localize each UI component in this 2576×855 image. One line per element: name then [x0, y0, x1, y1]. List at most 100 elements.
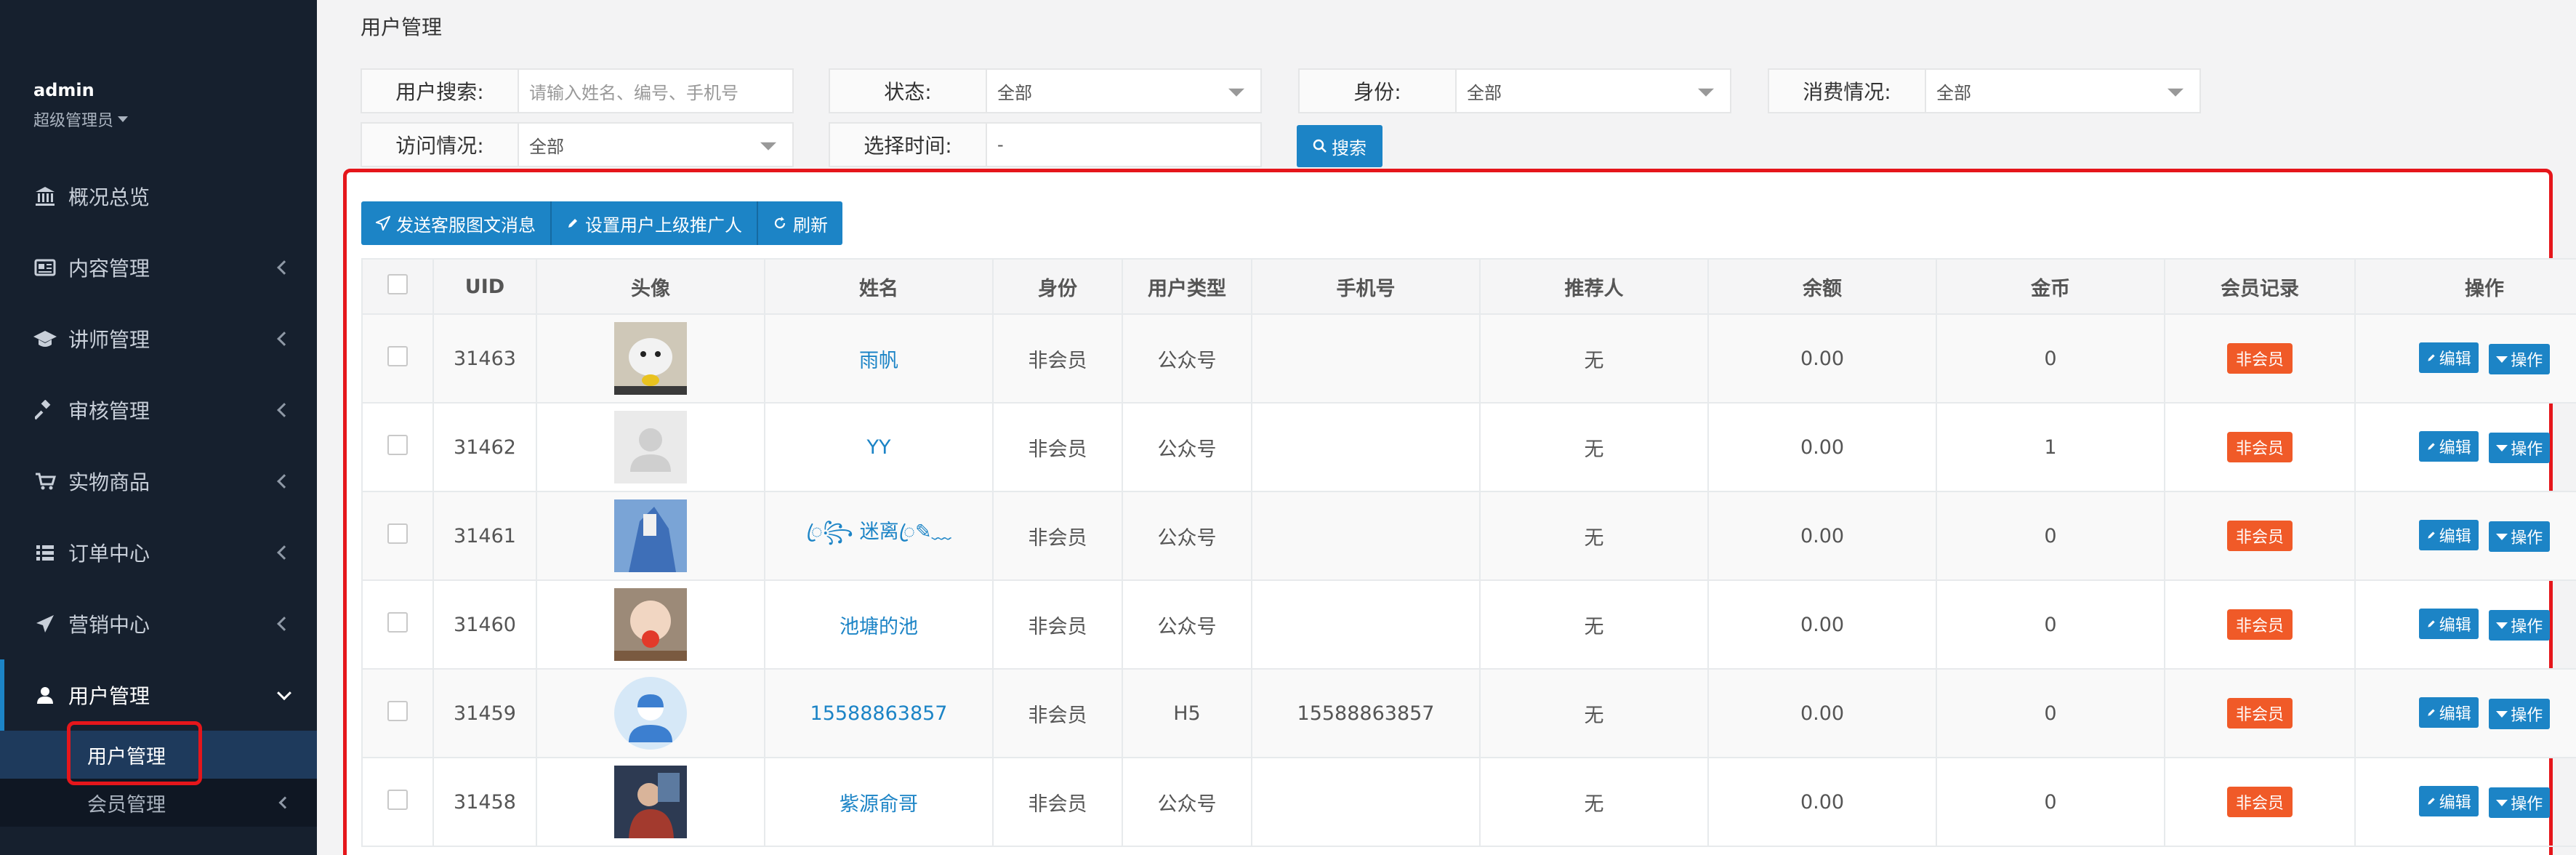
member-status-badge: 非会员	[2226, 432, 2293, 462]
name-cell: 雨帆	[764, 313, 994, 404]
avatar[interactable]	[614, 322, 687, 395]
button-label: 设置用户上级推广人	[585, 214, 742, 236]
sidebar-item-content[interactable]: 内容管理	[0, 232, 317, 303]
search-button[interactable]: 搜索	[1297, 125, 1382, 167]
chevron-left-icon	[278, 796, 291, 809]
column-header: 姓名	[764, 258, 994, 315]
member-status-badge: 非会员	[2226, 698, 2293, 728]
row-select-cell	[361, 579, 434, 670]
select-all-cell	[361, 258, 434, 315]
refresh-icon	[774, 217, 786, 229]
phone-cell	[1251, 313, 1481, 404]
refresh-button[interactable]: 刷新	[758, 201, 842, 245]
phone-cell	[1251, 757, 1481, 847]
row-checkbox[interactable]	[387, 434, 408, 455]
sidebar-item-products[interactable]: 实物商品	[0, 446, 317, 517]
sidebar-item-users[interactable]: 用户管理	[0, 659, 317, 731]
row-checkbox[interactable]	[387, 611, 408, 633]
select-value: 全部	[519, 124, 792, 166]
row-checkbox[interactable]	[387, 345, 408, 366]
referrer-cell: 无	[1479, 402, 1709, 492]
page-title: 用户管理	[361, 15, 443, 39]
row-select-cell	[361, 402, 434, 492]
row-checkbox[interactable]	[387, 700, 408, 721]
edit-button[interactable]: 编辑	[2418, 697, 2479, 728]
avatar[interactable]	[614, 766, 687, 838]
member-record-cell: 非会员	[2164, 313, 2356, 404]
subnav-item-member-management[interactable]: 会员管理	[0, 779, 317, 827]
name-cell: 池塘的池	[764, 579, 994, 670]
row-checkbox[interactable]	[387, 789, 408, 810]
send-message-button[interactable]: 发送客服图文消息	[361, 201, 552, 245]
user-name-link[interactable]: YY	[867, 436, 891, 459]
chevron-left-icon	[277, 545, 291, 560]
action-dropdown-button[interactable]: 操作	[2489, 699, 2551, 730]
sidebar-item-orders[interactable]: 订单中心	[0, 517, 317, 588]
consumption-select[interactable]: 消费情况: 全部	[1768, 68, 2201, 113]
referrer-cell: 无	[1479, 757, 1709, 847]
chevron-down-icon	[277, 686, 291, 701]
pencil-icon	[2428, 620, 2435, 627]
coins-cell: 0	[1936, 579, 2165, 670]
member-record-cell: 非会员	[2164, 668, 2356, 758]
action-dropdown-button[interactable]: 操作	[2489, 521, 2551, 553]
action-dropdown-button[interactable]: 操作	[2489, 610, 2551, 641]
avatar[interactable]	[614, 588, 687, 661]
member-record-cell: 非会员	[2164, 579, 2356, 670]
button-label: 发送客服图文消息	[396, 214, 536, 236]
sidebar-item-instructors[interactable]: 讲师管理	[0, 303, 317, 374]
column-header[interactable]: 余额	[1707, 258, 1937, 315]
edit-button[interactable]: 编辑	[2418, 342, 2479, 373]
user-type-cell: 公众号	[1122, 491, 1252, 581]
role-dropdown[interactable]: 超级管理员	[33, 108, 129, 131]
edit-button[interactable]: 编辑	[2418, 785, 2479, 816]
user-type-cell: 公众号	[1122, 757, 1252, 847]
sidebar-item-overview[interactable]: 概况总览	[0, 161, 317, 232]
gavel-icon	[32, 397, 58, 423]
identity-cell: 非会员	[992, 313, 1123, 404]
coins-cell: 0	[1936, 668, 2165, 758]
action-dropdown-button[interactable]: 操作	[2489, 433, 2551, 464]
action-dropdown-button[interactable]: 操作	[2489, 787, 2551, 819]
status-select[interactable]: 状态: 全部	[829, 68, 1262, 113]
uid-cell: 31460	[432, 579, 537, 670]
identity-select[interactable]: 身份: 全部	[1298, 68, 1731, 113]
bank-icon	[32, 183, 58, 209]
user-name-link[interactable]: 15588863857	[810, 702, 948, 725]
toolbar: 发送客服图文消息 设置用户上级推广人 刷新	[361, 201, 842, 245]
edit-button[interactable]: 编辑	[2418, 519, 2479, 550]
set-promoter-button[interactable]: 设置用户上级推广人	[552, 201, 758, 245]
row-checkbox[interactable]	[387, 523, 408, 544]
user-name-link[interactable]: ꦿ꧂ 迷离ꦿ✎﹏	[806, 521, 951, 543]
actions-cell: 编辑 操作	[2354, 491, 2576, 581]
table-row: 31459 15588863857 非会员 H5 15588863857 无 0…	[361, 668, 2576, 758]
avatar[interactable]	[614, 411, 687, 483]
member-status-badge: 非会员	[2226, 343, 2293, 374]
sidebar-item-marketing[interactable]: 营销中心	[0, 588, 317, 659]
column-header[interactable]: 金币	[1936, 258, 2165, 315]
user-name-link[interactable]: 雨帆	[859, 350, 898, 372]
identity-cell: 非会员	[992, 668, 1123, 758]
field-label: 选择时间:	[830, 124, 987, 166]
sidebar-item-review[interactable]: 审核管理	[0, 374, 317, 446]
avatar-cell	[536, 668, 765, 758]
identity-cell: 非会员	[992, 402, 1123, 492]
paper-plane-icon	[32, 611, 58, 637]
user-name-link[interactable]: 紫源俞哥	[840, 793, 918, 816]
avatar-cell	[536, 402, 765, 492]
avatar[interactable]	[614, 499, 687, 572]
edit-button[interactable]: 编辑	[2418, 608, 2479, 639]
date-range-input[interactable]: -	[987, 124, 1260, 166]
user-name-link[interactable]: 池塘的池	[840, 616, 918, 638]
column-header[interactable]: UID	[432, 258, 537, 315]
visit-select[interactable]: 访问情况: 全部	[361, 122, 794, 167]
select-all-checkbox[interactable]	[387, 273, 408, 294]
pencil-icon	[2428, 709, 2435, 716]
edit-button[interactable]: 编辑	[2418, 430, 2479, 462]
search-input[interactable]: 请输入姓名、编号、手机号	[519, 70, 792, 112]
table-row: 31460 池塘的池 非会员 公众号 无 0.00 0 非会员 编辑 操作	[361, 579, 2576, 670]
caret-down-icon	[2496, 356, 2508, 363]
list-icon	[32, 539, 58, 566]
action-dropdown-button[interactable]: 操作	[2489, 344, 2551, 375]
avatar[interactable]	[614, 677, 687, 750]
